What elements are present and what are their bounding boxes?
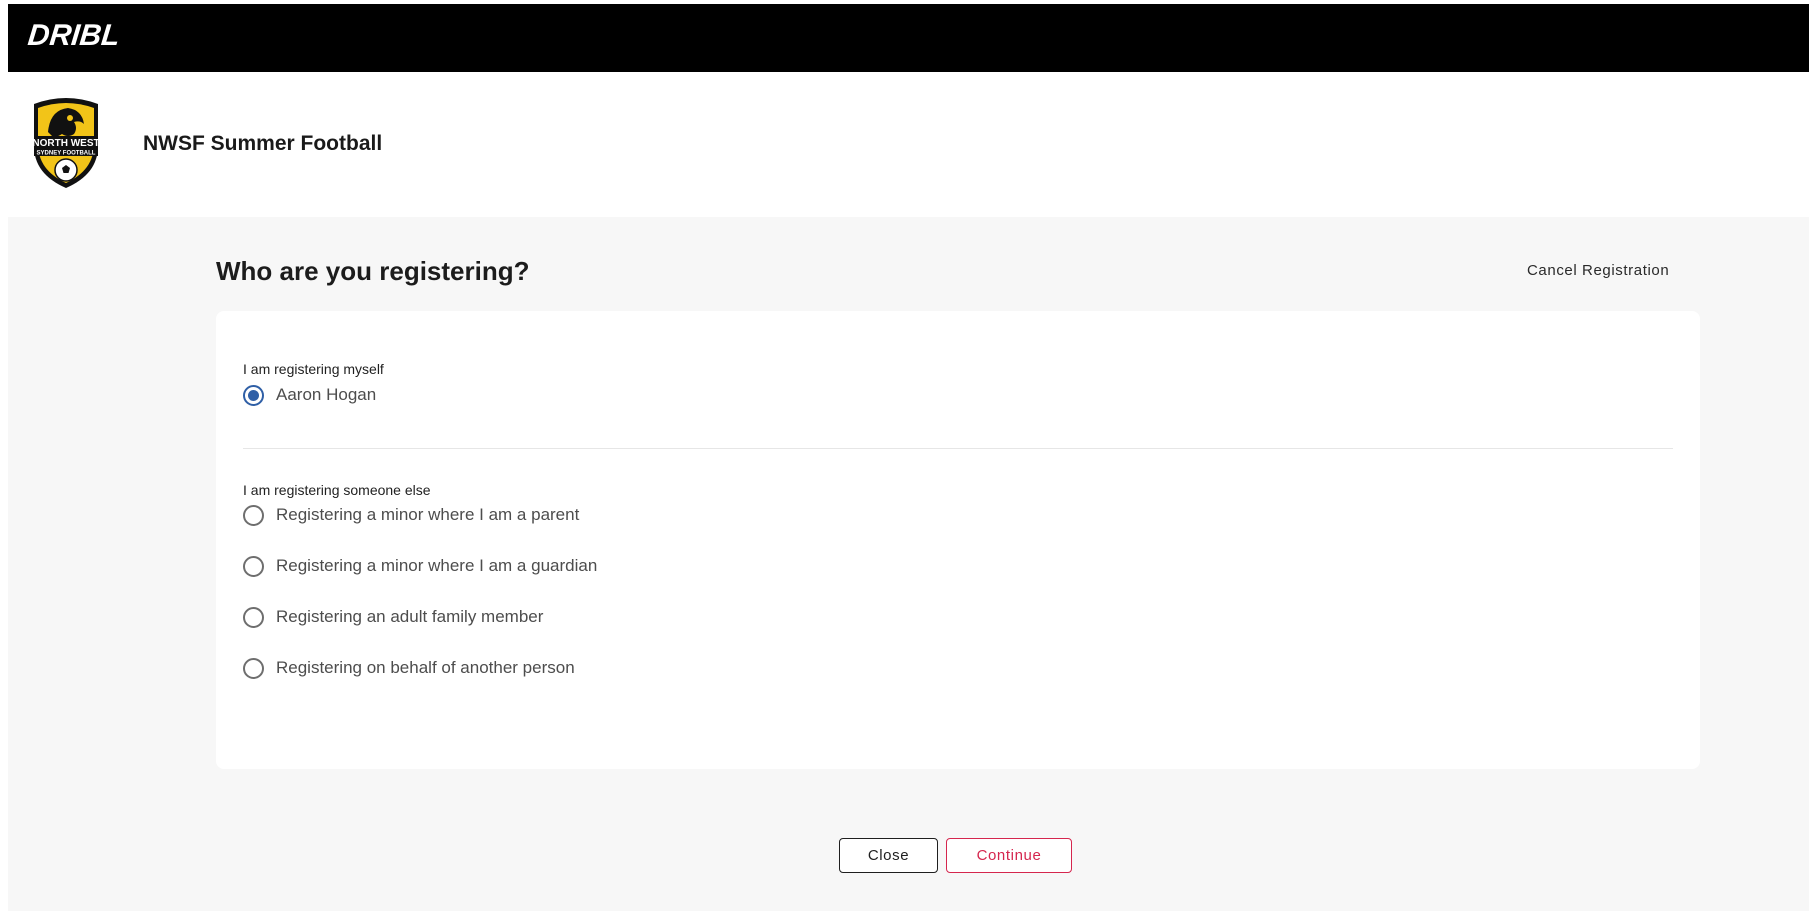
crest-text-line1: NORTH WEST — [32, 138, 99, 149]
registrant-selection-card: I am registering myself Aaron Hogan I am… — [216, 311, 1700, 769]
club-crest-logo: NORTH WEST SYDNEY FOOTBALL — [32, 98, 100, 188]
radio-unselected-icon[interactable] — [243, 606, 264, 628]
option-minor-parent[interactable]: Registering a minor where I am a parent — [243, 502, 579, 528]
page-title: Who are you registering? — [216, 256, 530, 286]
organization-header: NORTH WEST SYDNEY FOOTBALL NWSF Summer F… — [8, 72, 1809, 217]
organization-name: NWSF Summer Football — [143, 132, 383, 155]
option-label: Registering an adult family member — [276, 607, 544, 626]
dribl-logo[interactable]: DRIBL — [26, 19, 121, 53]
continue-button[interactable]: Continue — [946, 838, 1072, 873]
option-adult-family-member[interactable]: Registering an adult family member — [243, 604, 543, 630]
app-frame: DRIBL NORTH WEST SYDNEY FOOTBALL NWSF Su… — [8, 4, 1809, 911]
radio-unselected-icon[interactable] — [243, 657, 264, 679]
close-button[interactable]: Close — [839, 838, 938, 873]
crest-text-line2: SYDNEY FOOTBALL — [37, 151, 96, 157]
registration-content: Who are you registering? Cancel Registra… — [8, 217, 1809, 911]
section-divider — [243, 448, 1673, 449]
option-minor-guardian[interactable]: Registering a minor where I am a guardia… — [243, 553, 597, 579]
option-label: Registering a minor where I am a guardia… — [276, 556, 598, 575]
option-label: Registering a minor where I am a parent — [276, 505, 580, 524]
radio-selected-icon[interactable] — [243, 384, 264, 406]
option-label: Aaron Hogan — [276, 385, 377, 404]
cancel-registration-link[interactable]: Cancel Registration — [1527, 262, 1669, 279]
self-section-label: I am registering myself — [243, 361, 384, 377]
radio-unselected-icon[interactable] — [243, 555, 264, 577]
radio-unselected-icon[interactable] — [243, 504, 264, 526]
other-section-label: I am registering someone else — [243, 482, 431, 498]
option-label: Registering on behalf of another person — [276, 658, 575, 677]
top-navigation-bar: DRIBL — [8, 4, 1809, 72]
option-behalf-another-person[interactable]: Registering on behalf of another person — [243, 655, 575, 681]
option-self-aaron-hogan[interactable]: Aaron Hogan — [243, 382, 376, 408]
